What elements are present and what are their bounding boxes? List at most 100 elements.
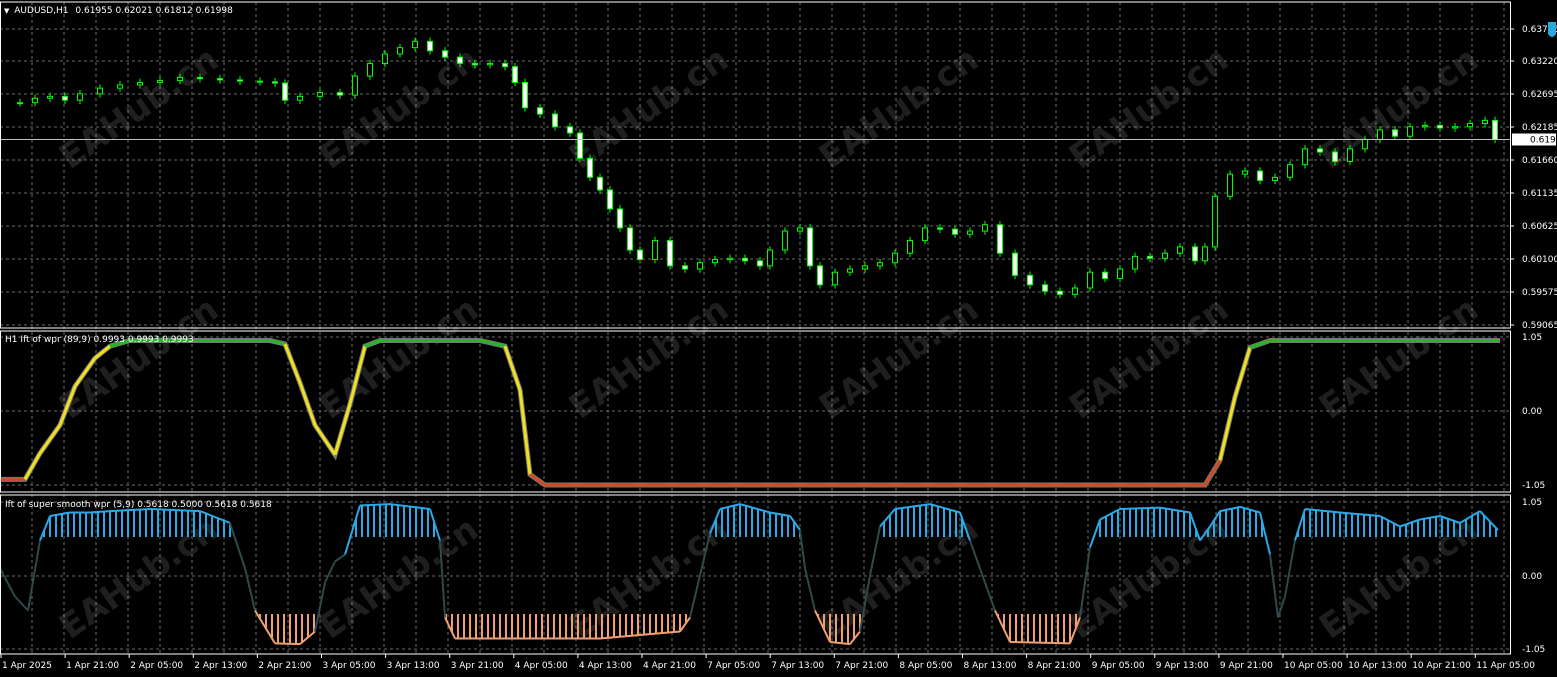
candle-body [1072, 287, 1078, 295]
candle-body [637, 249, 643, 261]
candle-body [177, 76, 183, 82]
candle-body [1317, 148, 1323, 153]
symbol-name: AUDUSD,H1 [14, 6, 68, 16]
scroll-marker-icon[interactable] [1548, 22, 1556, 37]
candle-body [877, 262, 883, 267]
candle-body [727, 257, 733, 261]
candle-body [712, 259, 718, 264]
candle-body [487, 62, 493, 66]
candle-body [502, 62, 508, 68]
ift-level-label: -1.05 [1522, 481, 1545, 491]
candle-body [552, 113, 558, 128]
time-label: 11 Apr 05:00 [1476, 661, 1535, 671]
candle-body [1177, 246, 1183, 254]
ift-level-label: 1.05 [1522, 333, 1542, 343]
time-label: 3 Apr 13:00 [387, 661, 440, 671]
candle-body [757, 260, 763, 267]
candle-body [1042, 284, 1048, 292]
candle-body [797, 227, 803, 232]
candle-body [567, 126, 573, 134]
candle-body [1392, 129, 1398, 137]
time-label: 2 Apr 21:00 [258, 661, 311, 671]
candle-body [907, 240, 913, 254]
candle-body [997, 224, 1003, 254]
candle-body [922, 227, 928, 242]
time-label: 9 Apr 21:00 [1220, 661, 1273, 671]
candle-body [967, 230, 973, 235]
candle-body [282, 82, 288, 101]
candle-body [17, 102, 23, 105]
candle-body [1492, 119, 1498, 140]
price-label: 0.62695 [1522, 90, 1557, 100]
smooth-level-label: 1.05 [1522, 498, 1542, 508]
ohlc-values: 0.61955 0.62021 0.61812 0.61998 [75, 6, 233, 16]
candle-body [1202, 246, 1208, 262]
candle-body [237, 79, 243, 82]
candle-body [1437, 124, 1443, 129]
candle-body [137, 81, 143, 86]
smooth-line-segment [359, 503, 391, 507]
price-label: 0.59065 [1522, 321, 1557, 331]
candle-body [197, 76, 203, 80]
price-label: 0.59575 [1522, 288, 1557, 298]
candle-body [1362, 138, 1368, 150]
time-label: 4 Apr 05:00 [515, 661, 568, 671]
candle-body [697, 262, 703, 270]
smooth-line-segment [1009, 641, 1071, 645]
candle-body [427, 40, 433, 52]
ift-level-label: 0.00 [1522, 407, 1542, 417]
candle-body [1452, 126, 1458, 129]
candle-body [317, 92, 323, 97]
candle-body [412, 40, 418, 49]
symbol-header: ▼ AUDUSD,H1 0.61955 0.62021 0.61812 0.61… [4, 6, 233, 16]
candle-body [1467, 123, 1473, 128]
time-label: 10 Apr 05:00 [1284, 661, 1343, 671]
candle-body [1272, 176, 1278, 181]
candle-body [1347, 148, 1353, 163]
candle-body [1117, 268, 1123, 280]
trading-chart[interactable]: EAHub.cn EAHub.cn EAHub.cn EAHub.cn EAHub.cn… [0, 0, 1557, 677]
candle-body [807, 227, 813, 267]
price-label: 0.60625 [1522, 222, 1557, 232]
time-label: 3 Apr 21:00 [451, 661, 504, 671]
price-label: 0.61660 [1522, 156, 1557, 166]
price-label: 0.61135 [1522, 189, 1557, 199]
candle-body [117, 84, 123, 89]
smooth-pane-title: Ift of super smooth wpr (5,9) 0.5618 0.5… [5, 500, 272, 510]
candle-body [537, 107, 543, 115]
candle-body [397, 47, 403, 55]
time-label: 1 Apr 21:00 [66, 661, 119, 671]
candle-body [767, 249, 773, 267]
candle-body [472, 62, 478, 66]
candle-body [587, 157, 593, 178]
time-label: 8 Apr 13:00 [964, 661, 1017, 671]
candle-body [217, 78, 223, 81]
time-label: 7 Apr 21:00 [835, 661, 888, 671]
time-label: 9 Apr 13:00 [1156, 661, 1209, 671]
time-label: 3 Apr 05:00 [323, 661, 376, 671]
candle-body [1227, 173, 1233, 197]
candle-body [1102, 271, 1108, 280]
candle-body [47, 95, 53, 99]
candle-body [1482, 119, 1488, 125]
smooth-line-segment [1119, 506, 1161, 510]
candle-body [272, 81, 278, 84]
candle-body [937, 227, 943, 230]
time-label: 8 Apr 05:00 [899, 661, 952, 671]
time-label: 10 Apr 21:00 [1412, 661, 1471, 671]
candle-body [1422, 124, 1428, 128]
time-label: 2 Apr 13:00 [194, 661, 247, 671]
candle-body [352, 75, 358, 96]
candle-body [597, 176, 603, 191]
price-label: 0.60100 [1522, 255, 1557, 265]
candle-body [1407, 126, 1413, 137]
candle-body [367, 62, 373, 77]
candle-body [617, 208, 623, 229]
time-label: 1 Apr 2025 [2, 661, 52, 671]
candle-body [1132, 255, 1138, 270]
header-dropdown-icon[interactable]: ▼ [4, 7, 10, 15]
candle-body [1057, 290, 1063, 295]
candle-body [952, 228, 958, 235]
candle-body [1287, 164, 1293, 178]
time-label: 4 Apr 13:00 [579, 661, 632, 671]
